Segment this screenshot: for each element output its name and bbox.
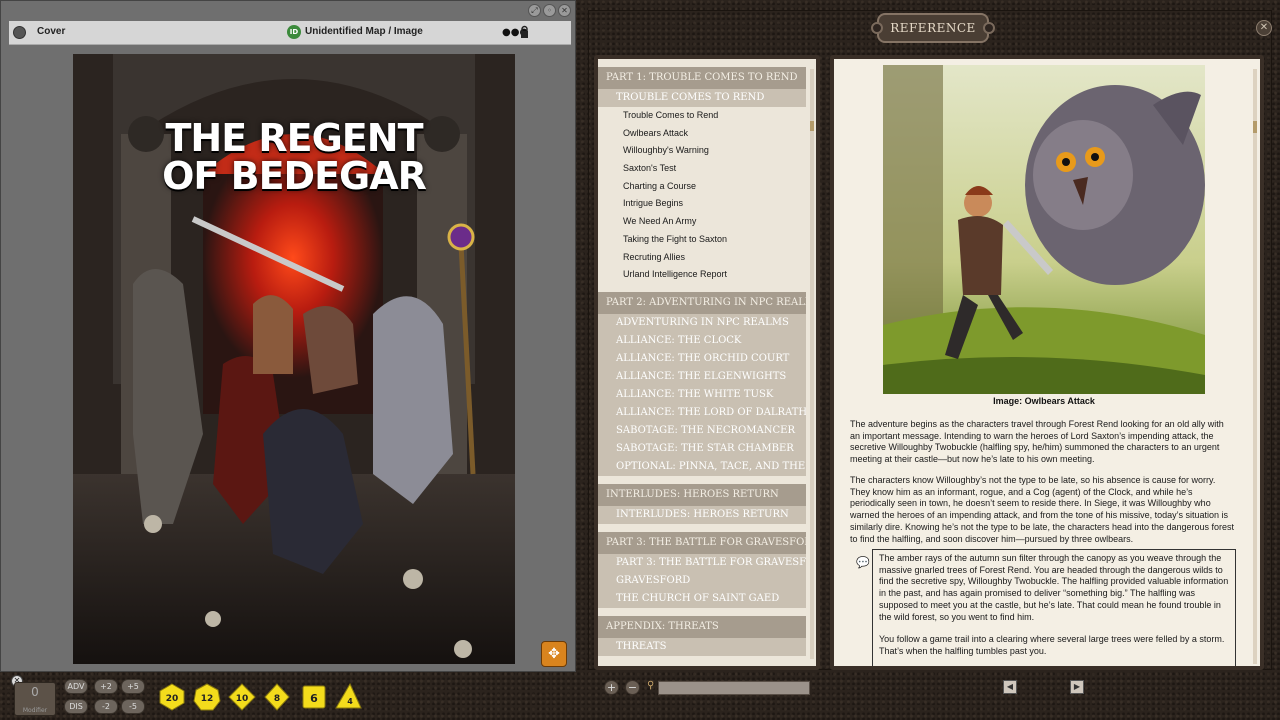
toc-sub-item[interactable]: ADVENTURING IN NPC REALMS <box>598 313 806 332</box>
toc-sub-item[interactable]: ALLIANCE: THE ELGENWIGHTS <box>598 367 806 386</box>
boxed-paragraph: You follow a game trail into a clearing … <box>879 634 1225 656</box>
toc-part-2-list: ADVENTURING IN NPC REALMS ALLIANCE: THE … <box>598 313 816 476</box>
resize-image-icon[interactable]: ✥ <box>541 641 567 667</box>
search-key-icon: ⚲ <box>647 680 655 691</box>
d20-icon[interactable]: 20 <box>158 683 186 711</box>
image-window: ⤢ ◦ ✕ Cover ID Unidentified Map / Image … <box>0 0 576 672</box>
reference-content: Image: Owlbears Attack The adventure beg… <box>830 55 1264 670</box>
lock-window-icon[interactable]: ◦ <box>543 4 556 17</box>
header-knob-left-icon <box>871 22 883 34</box>
next-page-icon[interactable]: ▶ <box>1070 680 1084 694</box>
content-scroll-thumb[interactable] <box>1253 121 1257 133</box>
boxed-paragraph: The amber rays of the autumn sun filter … <box>879 553 1229 622</box>
d8-label: 8 <box>274 694 280 704</box>
remove-icon[interactable]: − <box>625 680 640 695</box>
cover-image[interactable]: THE REGENT OF BEDEGAR <box>73 54 515 664</box>
reference-search-input[interactable] <box>658 681 810 695</box>
minus-5-button[interactable]: -5 <box>121 699 145 714</box>
toc-appendix-heading[interactable]: APPENDIX: THREATS <box>598 615 806 638</box>
table-of-contents: PART 1: TROUBLE COMES TO REND TROUBLE CO… <box>594 55 820 670</box>
toc-part-3-heading[interactable]: PART 3: THE BATTLE FOR GRAVESFORD <box>598 531 806 554</box>
share-window-icon[interactable]: ⤢ <box>528 4 541 17</box>
header-knob-right-icon <box>983 22 995 34</box>
add-icon[interactable]: + <box>604 680 619 695</box>
advantage-button[interactable]: ADV <box>64 679 88 694</box>
d12-icon[interactable]: 12 <box>193 683 221 711</box>
toc-link[interactable]: Urland Intelligence Report <box>598 266 816 284</box>
image-window-title: Unidentified Map / Image <box>305 26 423 37</box>
image-titlebar: Cover ID Unidentified Map / Image ●●● <box>9 21 571 45</box>
toc-link[interactable]: Trouble Comes to Rend <box>598 107 816 125</box>
d4-icon[interactable]: 4 <box>334 683 362 711</box>
lock-icon[interactable] <box>520 25 529 39</box>
toc-sub-item[interactable]: ALLIANCE: THE WHITE TUSK <box>598 385 806 404</box>
window-controls: ⤢ ◦ ✕ <box>528 4 571 17</box>
d6-icon[interactable]: 6 <box>300 683 328 711</box>
identified-toggle-icon[interactable]: ID <box>287 25 301 39</box>
toc-part-1-heading[interactable]: PART 1: TROUBLE COMES TO REND <box>598 67 806 89</box>
toc-link[interactable]: Owlbears Attack <box>598 125 816 143</box>
toc-part-2-heading[interactable]: PART 2: ADVENTURING IN NPC REALMS <box>598 291 806 314</box>
toc-sub-item[interactable]: OPTIONAL: PINNA, TACE, AND THE <box>598 457 806 476</box>
toc-sub-item[interactable]: ALLIANCE: THE CLOCK <box>598 331 806 350</box>
modifier-label: Modifier <box>22 707 48 714</box>
content-scrollbar[interactable] <box>1253 69 1257 664</box>
paragraph: The adventure begins as the characters t… <box>850 419 1224 465</box>
toc-sub-item[interactable]: GRAVESFORD <box>598 571 806 590</box>
modifier-box[interactable]: 0 Modifier <box>14 682 56 716</box>
image-tab-label: Cover <box>37 26 66 37</box>
disadvantage-button[interactable]: DIS <box>64 699 88 714</box>
toc-part-3-list: PART 3: THE BATTLE FOR GRAVESFORD GRAVES… <box>598 553 816 608</box>
cover-title-line-2: OF BEDEGAR <box>162 154 427 198</box>
d20-label: 20 <box>166 694 179 704</box>
toc-sub-item[interactable]: THE CHURCH OF SAINT GAED <box>598 589 806 608</box>
paragraph: The characters know Willoughby’s not the… <box>850 475 1235 544</box>
toc-link[interactable]: Intrigue Begins <box>598 195 816 213</box>
toc-interludes-heading[interactable]: INTERLUDES: HEROES RETURN <box>598 483 806 506</box>
toc-interludes-sub[interactable]: INTERLUDES: HEROES RETURN <box>598 505 806 524</box>
minus-2-button[interactable]: -2 <box>94 699 118 714</box>
reference-header: REFERENCE <box>871 13 995 43</box>
image-caption: Image: Owlbears Attack <box>993 396 1095 406</box>
toc-sub-item[interactable]: SABOTAGE: THE NECROMANCER <box>598 421 806 440</box>
read-aloud-box: The amber rays of the autumn sun filter … <box>872 549 1236 666</box>
toc-scroll-thumb[interactable] <box>810 121 814 131</box>
toc-link[interactable]: We Need An Army <box>598 213 816 231</box>
close-window-icon[interactable]: ✕ <box>558 4 571 17</box>
toc-scrollbar[interactable] <box>810 69 814 659</box>
toc-sub-item[interactable]: SABOTAGE: THE STAR CHAMBER <box>598 439 806 458</box>
plus-5-button[interactable]: +5 <box>121 679 145 694</box>
toc-link[interactable]: Taking the Fight to Saxton <box>598 231 816 249</box>
reference-footer: + − ⚲ ◀ ▶ <box>588 672 1272 712</box>
toc-link[interactable]: Charting a Course <box>598 178 816 196</box>
d4-label: 4 <box>347 697 353 706</box>
image-options-icon[interactable] <box>13 26 26 39</box>
toc-link[interactable]: Saxton's Test <box>598 160 816 178</box>
d10-icon[interactable]: 10 <box>228 683 256 711</box>
d6-label: 6 <box>310 692 318 705</box>
toc-sub-item[interactable]: PART 3: THE BATTLE FOR GRAVESFORD <box>598 553 806 572</box>
plus-2-button[interactable]: +2 <box>94 679 118 694</box>
owlbear-illustration <box>883 65 1205 394</box>
speech-bubble-icon[interactable]: 💬 <box>856 556 870 569</box>
toc-link[interactable]: Recruting Allies <box>598 249 816 267</box>
d8-icon[interactable]: 8 <box>263 683 291 711</box>
modifier-value: 0 <box>31 685 39 699</box>
reference-title: REFERENCE <box>890 21 976 35</box>
d12-label: 12 <box>201 694 214 704</box>
reference-close-icon[interactable]: ✕ <box>1256 20 1272 36</box>
toc-link[interactable]: Willoughby's Warning <box>598 142 816 160</box>
toc-sub-item[interactable]: ALLIANCE: THE ORCHID COURT <box>598 349 806 368</box>
owlbear-image[interactable] <box>883 65 1205 394</box>
toc-sub-item[interactable]: ALLIANCE: THE LORD OF DALRATH <box>598 403 806 422</box>
toc-appendix-sub[interactable]: THREATS <box>598 637 806 656</box>
previous-page-icon[interactable]: ◀ <box>1003 680 1017 694</box>
toc-part-1-sub[interactable]: TROUBLE COMES TO REND <box>598 89 806 107</box>
d10-label: 10 <box>236 694 249 704</box>
